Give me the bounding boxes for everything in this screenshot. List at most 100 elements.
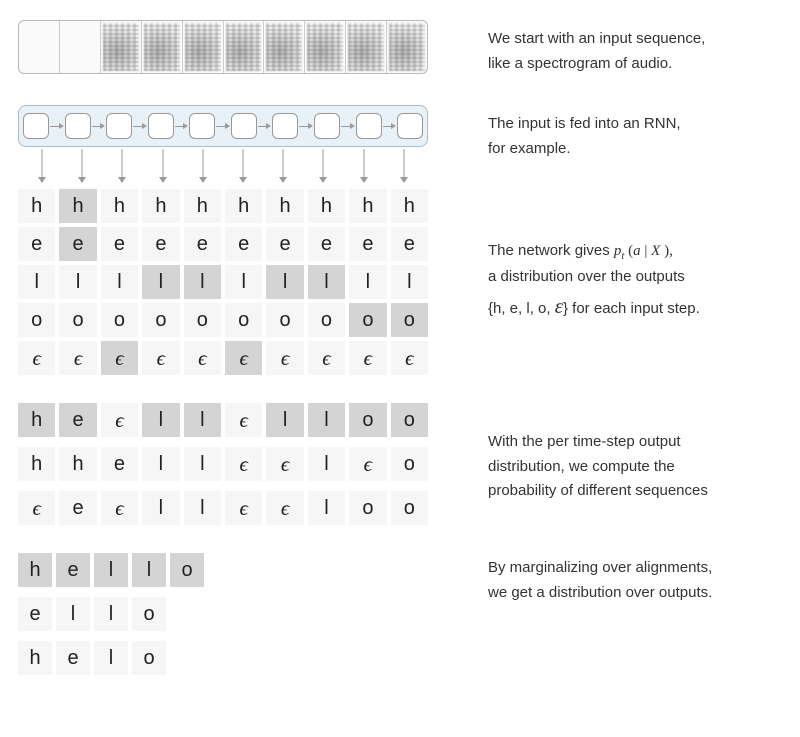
caption-line: With the per time-step output	[488, 431, 782, 454]
grid-cell: o	[225, 303, 262, 337]
grid-cell: e	[101, 227, 138, 261]
grid-cell: e	[391, 227, 428, 261]
grid-cell: l	[142, 447, 179, 481]
rnn-cell	[356, 113, 382, 139]
caption-sequences: With the per time-step output distributi…	[428, 403, 782, 505]
grid-cell: l	[184, 447, 221, 481]
grid-cell: ϵ	[391, 341, 428, 375]
grid-cell: l	[225, 265, 262, 299]
rnn-output-arrows	[18, 149, 428, 183]
grid-cell: h	[142, 189, 179, 223]
arrow-right-icon	[256, 126, 274, 127]
row-spectrogram: We start with an input sequence, like a …	[18, 20, 782, 77]
grid-cell: h	[225, 189, 262, 223]
grid-cell: l	[308, 447, 345, 481]
arrow-down-icon	[109, 149, 135, 183]
grid-cell: ϵ	[18, 491, 55, 525]
grid-cell: e	[266, 227, 303, 261]
caption-spectrogram: We start with an input sequence, like a …	[428, 20, 782, 77]
epsilon-icon: ϵ	[198, 346, 206, 371]
rnn-cell	[272, 113, 298, 139]
rnn-cell	[231, 113, 257, 139]
output-row: hello	[18, 553, 428, 587]
spectrogram-frame	[101, 21, 142, 73]
caption-line: probability of different sequences	[488, 480, 782, 503]
epsilon-icon: ϵ	[364, 452, 372, 477]
epsilon-icon: ϵ	[322, 346, 330, 371]
grid-cell: ϵ	[266, 447, 303, 481]
spectrogram-frame	[142, 21, 183, 73]
arrow-down-icon	[310, 149, 336, 183]
sequence-row: heϵllϵlloo	[18, 403, 428, 437]
grid-cell: h	[308, 189, 345, 223]
epsilon-icon: ϵ	[281, 452, 289, 477]
grid-cell: e	[56, 641, 90, 675]
caption-line: for example.	[488, 138, 782, 161]
rnn-cell	[148, 113, 174, 139]
caption-rnn-dist: The input is fed into an RNN, for exampl…	[428, 105, 782, 324]
grid-cell: ϵ	[308, 341, 345, 375]
grid-cell: l	[142, 403, 179, 437]
grid-cell: l	[94, 597, 128, 631]
arrow-right-icon	[48, 126, 66, 127]
caption-line: a distribution over the outputs	[488, 266, 782, 289]
grid-cell: e	[184, 227, 221, 261]
grid-cell: o	[266, 303, 303, 337]
arrow-right-icon	[339, 126, 357, 127]
grid-cell: ϵ	[349, 447, 386, 481]
grid-cell: o	[349, 303, 386, 337]
grid-cell: h	[18, 447, 55, 481]
grid-cell: h	[101, 189, 138, 223]
spectrogram-frame	[60, 21, 101, 73]
math-expr: pt (a | X ),	[614, 243, 673, 259]
grid-cell: o	[349, 491, 386, 525]
grid-cell: ϵ	[225, 447, 262, 481]
epsilon-icon: ϵ	[32, 346, 40, 371]
grid-cell: o	[132, 641, 166, 675]
grid-cell: h	[18, 189, 55, 223]
caption-line: we get a distribution over outputs.	[488, 582, 782, 605]
epsilon-icon: ϵ	[115, 346, 123, 371]
row-rnn-dist: hhhhhhhhhheeeeeeeeeelllllllllloooooooooo…	[18, 105, 782, 375]
grid-cell: e	[59, 227, 96, 261]
grid-cell: ϵ	[349, 341, 386, 375]
grid-cell: o	[308, 303, 345, 337]
grid-cell: l	[101, 265, 138, 299]
grid-cell: ϵ	[225, 341, 262, 375]
arrow-down-icon	[391, 149, 417, 183]
spectrogram-frame	[264, 21, 305, 73]
grid-cell: o	[391, 403, 428, 437]
grid-cell: l	[266, 403, 303, 437]
grid-cell: l	[266, 265, 303, 299]
arrow-right-icon	[90, 126, 108, 127]
epsilon-icon: ϵ	[405, 346, 413, 371]
arrow-down-icon	[270, 149, 296, 183]
grid-cell: l	[94, 641, 128, 675]
epsilon-icon: ϵ	[364, 346, 372, 371]
grid-cell: e	[59, 491, 96, 525]
grid-cell: o	[184, 303, 221, 337]
grid-cell: h	[266, 189, 303, 223]
grid-cell: l	[308, 403, 345, 437]
arrow-down-icon	[190, 149, 216, 183]
grid-cell: l	[391, 265, 428, 299]
arrow-right-icon	[131, 126, 149, 127]
arrow-right-icon	[214, 126, 232, 127]
grid-cell: l	[349, 265, 386, 299]
arrow-down-icon	[150, 149, 176, 183]
grid-cell: o	[349, 403, 386, 437]
grid-cell: o	[142, 303, 179, 337]
grid-cell: ϵ	[59, 341, 96, 375]
grid-cell: ϵ	[101, 341, 138, 375]
grid-cell: l	[132, 553, 166, 587]
row-sequences: heϵllϵlloohhellϵϵlϵoϵeϵllϵϵloo With the …	[18, 403, 782, 525]
grid-cell: h	[59, 189, 96, 223]
output-row: helo	[18, 641, 428, 675]
grid-cell: l	[184, 491, 221, 525]
caption-line: By marginalizing over alignments,	[488, 557, 782, 580]
epsilon-icon: ϵ	[239, 346, 247, 371]
epsilon-icon: ϵ	[281, 496, 289, 521]
epsilon-icon: ϵ	[74, 346, 82, 371]
caption-line: {h, e, l, o, ε} for each input step.	[488, 291, 782, 323]
grid-cell: l	[59, 265, 96, 299]
